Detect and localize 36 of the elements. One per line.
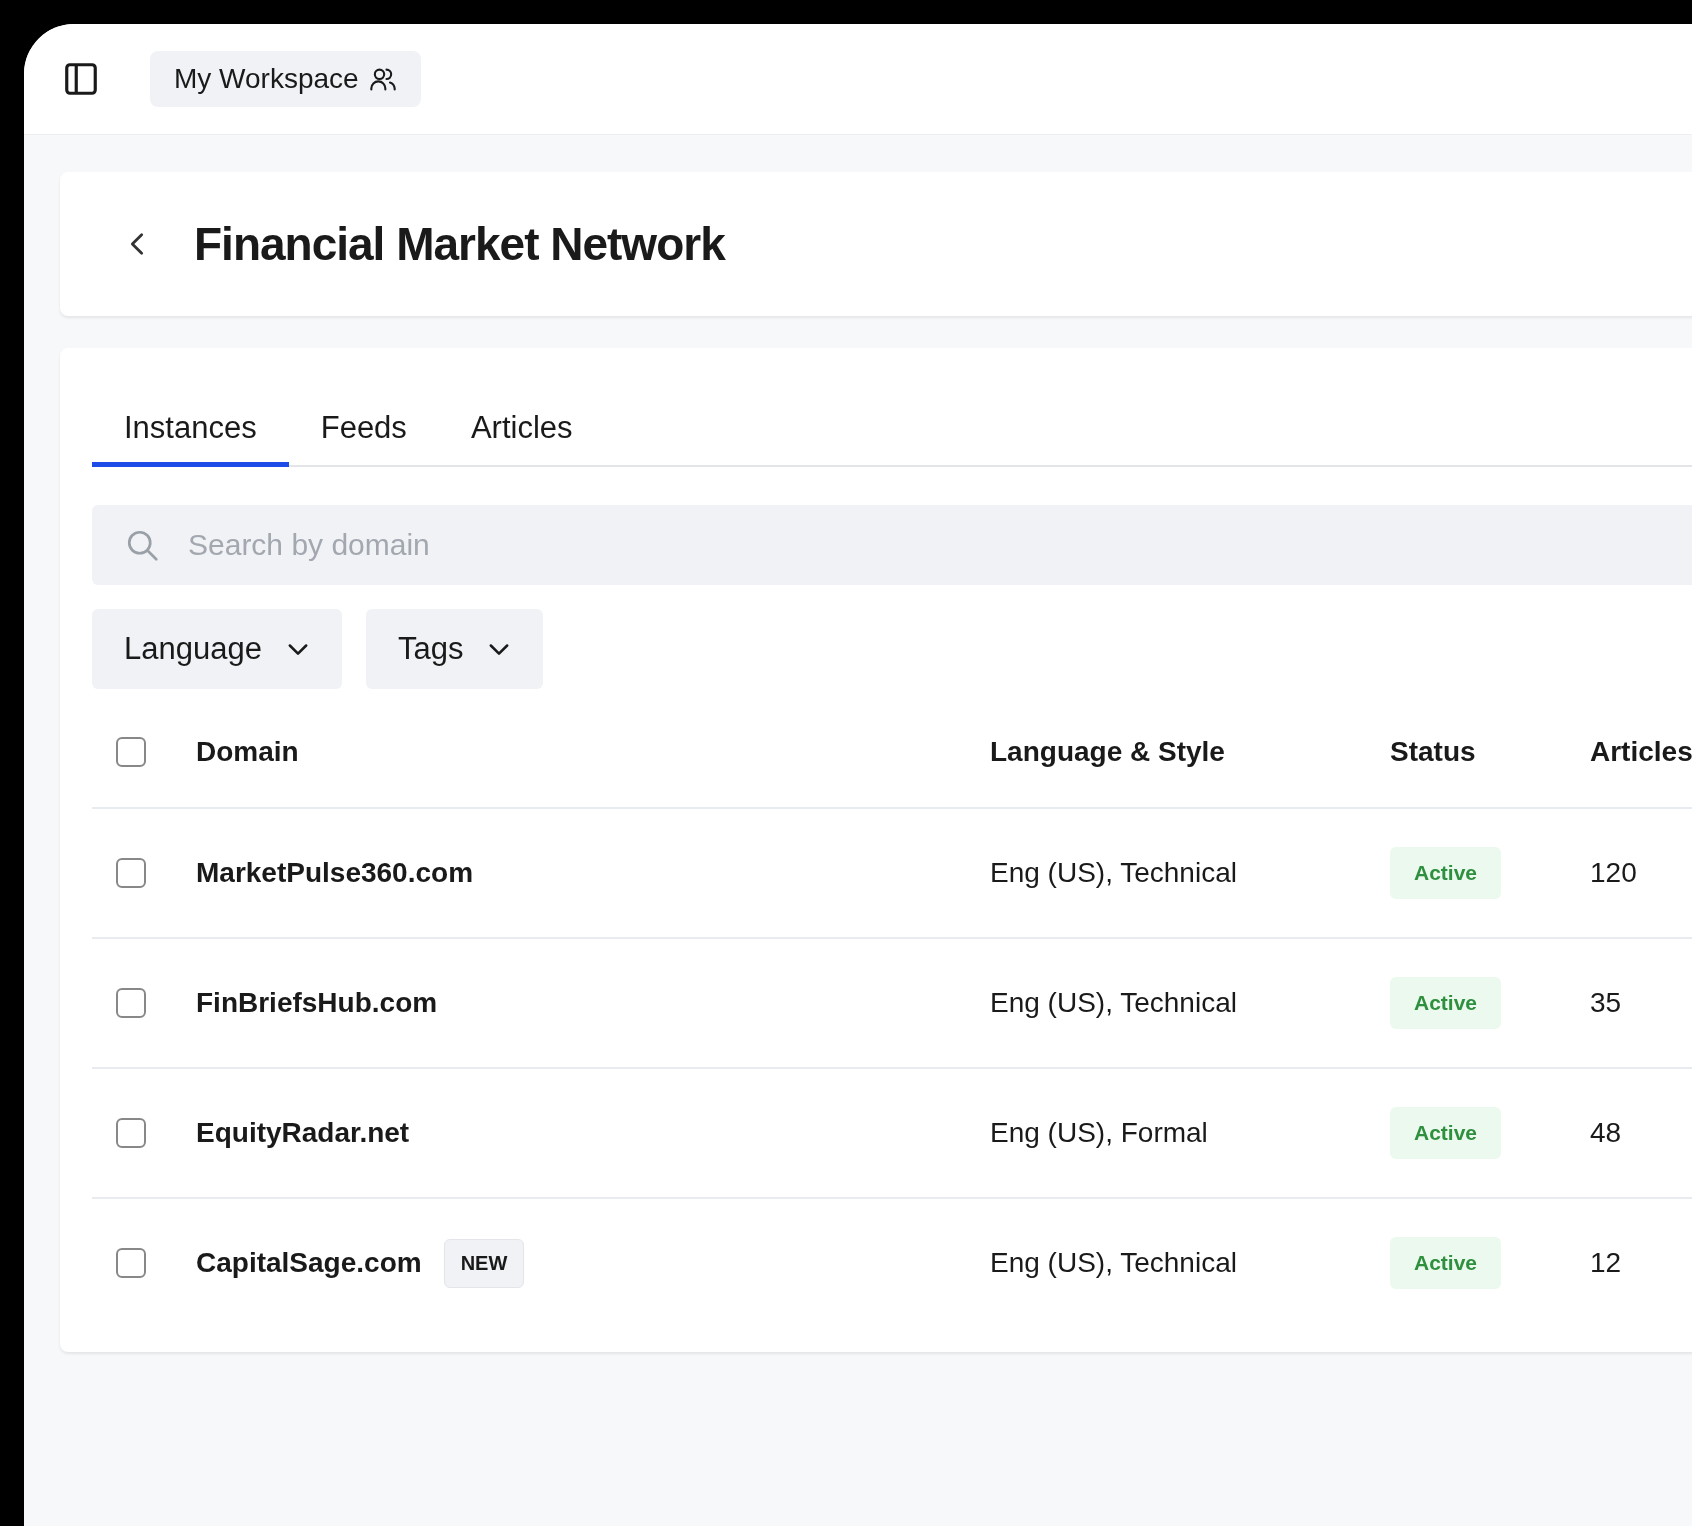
status-badge: Active <box>1390 977 1502 1029</box>
row-checkbox[interactable] <box>116 1248 146 1278</box>
search-field[interactable]: Search by domain <box>92 505 1692 585</box>
column-header: Domain <box>196 736 299 768</box>
row-checkbox[interactable] <box>116 858 146 888</box>
column-header: Articles <box>1590 736 1692 767</box>
articles-count-cell: 12 <box>1590 1247 1622 1278</box>
row-checkbox[interactable] <box>116 1118 146 1148</box>
select-all-checkbox[interactable] <box>116 737 146 767</box>
domain-cell: EquityRadar.net <box>196 1117 410 1149</box>
language-style-cell: Eng (US), Technical <box>990 987 1237 1018</box>
tab[interactable]: Instances <box>92 396 289 467</box>
page-title: Financial Market Network <box>194 217 725 271</box>
back-chevron-icon[interactable] <box>130 232 144 256</box>
workspace-button[interactable]: My Workspace <box>150 51 421 107</box>
tab[interactable]: Articles <box>438 396 605 467</box>
tab[interactable]: Feeds <box>288 396 439 467</box>
articles-count-cell: 48 <box>1590 1117 1622 1148</box>
status-badge: Active <box>1390 847 1502 899</box>
articles-count-cell: 120 <box>1590 857 1637 888</box>
column-header: Status <box>1390 736 1476 767</box>
language-style-cell: Eng (US), Technical <box>990 857 1237 888</box>
status-badge: Active <box>1390 1107 1502 1159</box>
filter-dropdown[interactable]: Tags <box>365 609 544 689</box>
sidebar-toggle-icon[interactable] <box>62 60 100 98</box>
domain-cell: MarketPulse360.com <box>196 857 474 889</box>
filter-dropdown[interactable]: Language <box>92 609 342 689</box>
articles-count-cell: 35 <box>1590 987 1622 1018</box>
status-badge: Active <box>1390 1237 1502 1289</box>
row-checkbox[interactable] <box>116 988 146 1018</box>
new-badge: NEW <box>443 1238 525 1288</box>
language-style-cell: Eng (US), Formal <box>990 1117 1208 1148</box>
language-style-cell: Eng (US), Technical <box>990 1247 1237 1278</box>
domain-cell: CapitalSage.com <box>196 1247 422 1279</box>
domain-cell: FinBriefsHub.com <box>196 987 438 1019</box>
column-header: Language & Style <box>990 736 1225 767</box>
